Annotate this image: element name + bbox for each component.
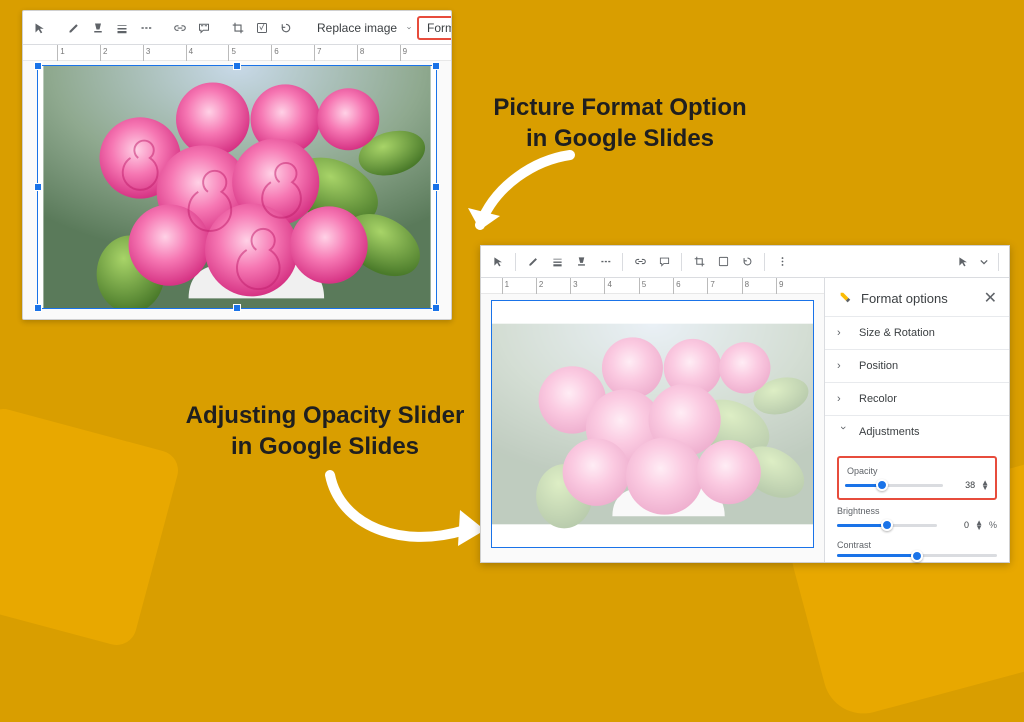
border-color-icon[interactable] [87,16,109,40]
panel-row-recolor[interactable]: › Recolor [825,383,1009,415]
crop-icon[interactable] [688,250,710,274]
opacity-value: 38 [949,480,975,490]
brightness-slider[interactable] [837,524,937,527]
contrast-slider[interactable] [837,554,997,557]
arrow-1 [460,130,580,250]
reset-image-icon[interactable] [275,16,297,40]
link-icon[interactable] [629,250,651,274]
screenshot-format-options: Replace image Format options Animate 12 … [22,10,452,320]
border-weight-icon[interactable] [111,16,133,40]
chevron-right-icon: › [837,393,849,405]
toolbar-2 [481,246,1009,278]
panel-header: Format options ✕ [825,278,1009,316]
ruler: 12 34 56 78 9 [23,45,451,61]
opacity-slider[interactable] [845,484,943,487]
dropdown-icon[interactable] [403,16,415,40]
slide-canvas[interactable] [23,61,451,319]
crop-icon[interactable] [227,16,249,40]
roses-image [38,66,436,308]
ruler-2: 12 34 56 78 9 [481,278,824,294]
selected-image-2[interactable] [491,300,814,548]
chevron-right-icon: › [837,360,849,372]
pointer-mode-icon[interactable] [952,250,974,274]
pencil-icon[interactable] [522,250,544,274]
brightness-label: Brightness [837,506,999,516]
border-dash-icon[interactable] [135,16,157,40]
link-icon[interactable] [169,16,191,40]
border-dash-icon[interactable] [594,250,616,274]
border-color-icon[interactable] [570,250,592,274]
chevron-right-icon: › [837,327,849,339]
comment-icon[interactable] [653,250,675,274]
roses-image-faded [492,301,813,547]
stepper-icon[interactable]: ▲▼ [981,480,989,490]
opacity-label: Opacity [847,466,989,476]
panel-row-position[interactable]: › Position [825,350,1009,382]
pencil-icon[interactable] [63,16,85,40]
slide-canvas-2[interactable] [481,294,824,562]
dropdown-icon[interactable] [976,250,992,274]
mask-icon[interactable] [712,250,734,274]
chevron-down-icon: › [837,426,849,438]
comment-icon[interactable] [193,16,215,40]
format-panel-icon [837,290,853,306]
stepper-icon[interactable]: ▲▼ [975,520,983,530]
format-options-panel: Format options ✕ › Size & Rotation › Pos… [824,278,1009,562]
panel-row-size-rotation[interactable]: › Size & Rotation [825,317,1009,349]
border-weight-icon[interactable] [546,250,568,274]
panel-title: Format options [861,291,948,306]
selected-image[interactable] [37,65,437,309]
mask-icon[interactable] [251,16,273,40]
brightness-value: 0 [943,520,969,530]
arrow-2 [310,450,490,570]
select-tool-icon[interactable] [29,16,51,40]
more-icon[interactable] [771,250,793,274]
bg-shape [0,405,182,650]
toolbar: Replace image Format options Animate [23,11,451,45]
reset-image-icon[interactable] [736,250,758,274]
replace-image-button[interactable]: Replace image [309,18,405,38]
screenshot-opacity-slider: 12 34 56 78 9 [480,245,1010,563]
format-options-button[interactable]: Format options [417,16,452,40]
opacity-control-highlight: Opacity 38 ▲▼ [837,456,997,500]
contrast-label: Contrast [837,540,999,550]
panel-row-adjustments[interactable]: › Adjustments [825,416,1009,448]
close-icon[interactable]: ✕ [984,288,997,308]
select-tool-icon[interactable] [487,250,509,274]
